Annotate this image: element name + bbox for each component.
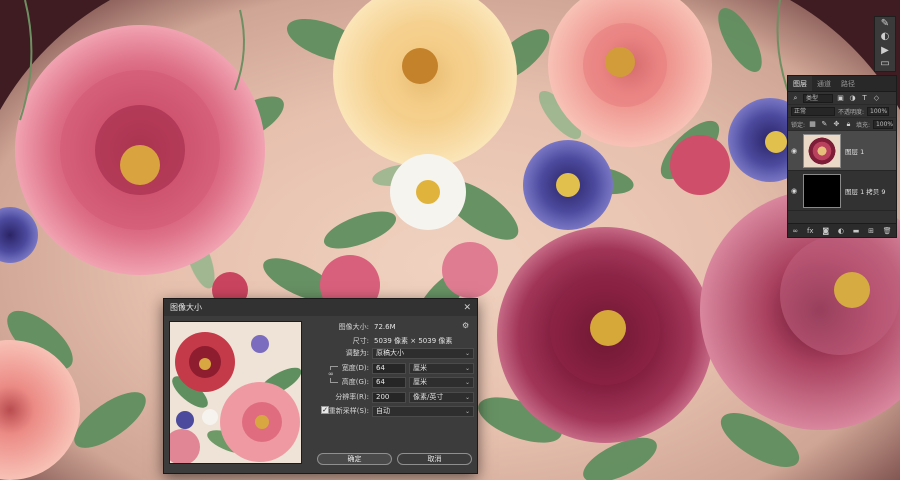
search-icon: ⌕ [793,93,798,102]
lock-all-icon[interactable]: 🔒︎ [844,120,853,129]
dimensions-label: 尺寸: [352,337,369,345]
dialog-title: 图像大小 [170,303,202,312]
visibility-eye-icon[interactable]: ◉ [791,187,799,195]
adjustment-filter-icon[interactable]: ◑ [848,94,857,102]
resample-select[interactable]: 自动 ⌄ [372,405,474,417]
fit-to-value: 原稿大小 [376,348,404,357]
height-input[interactable]: 64 [372,376,406,388]
chevron-down-icon: ⌄ [464,364,470,372]
comment-icon[interactable]: ▭ [878,58,892,70]
layer-name[interactable]: 图层 1 拷贝 9 [845,186,885,196]
image-size-value: 72.6M [374,323,396,331]
blend-mode-select[interactable]: 正常 [791,106,835,116]
type-filter-icon[interactable]: T [860,94,869,102]
layer-name[interactable]: 图层 1 [845,146,864,156]
link-layers-icon[interactable]: ∞ [792,227,798,235]
dimensions-value: 5039 像素 × 5039 像素 [374,337,453,345]
shape-filter-icon[interactable]: ◇ [872,94,881,102]
fit-to-row: 调整为: 原稿大小 ⌄ [164,347,479,359]
dialog-titlebar[interactable]: 图像大小 ✕ [164,299,477,316]
new-layer-icon[interactable]: ⊞ [868,227,874,235]
layer-thumbnail [803,173,841,208]
layer-row[interactable]: ◉ 图层 1 [788,131,896,171]
width-unit-value: 厘米 [413,363,427,372]
resolution-input[interactable]: 200 [372,391,406,403]
layer-row[interactable]: ◉ 图层 1 拷贝 9 [788,171,896,211]
dimensions-row: 尺寸: 5039 像素 × 5039 像素 [164,335,464,347]
width-input[interactable]: 64 [372,362,406,374]
opacity-input[interactable]: 100% [867,106,890,116]
visibility-eye-icon[interactable]: ◉ [791,147,799,155]
resample-label: 重新采样(S): [328,407,369,415]
image-size-dialog: 图像大小 ✕ ⚙ 图像大小: 72.6M 尺寸: 5039 像素 × 5039 … [163,298,478,474]
layers-panel-tabs: 图层 通道 路径 [788,76,896,92]
chevron-down-icon: ⌄ [464,349,470,357]
height-unit-value: 厘米 [413,377,427,386]
image-size-label: 图像大小: [338,323,369,331]
height-unit-select[interactable]: 厘米 ⌄ [409,376,474,388]
panel-tool-strip: ✎ ◐ ▶ ▭ [874,16,896,72]
lock-row: 锁定: ▦ ✎ ✥ 🔒︎ 填充: 100% [788,118,896,131]
resolution-row: 分辨率(R): 200 像素/英寸 ⌄ [164,391,479,403]
cancel-button[interactable]: 取消 [397,453,472,465]
width-row: 宽度(D): 64 厘米 ⌄ [164,362,479,374]
layers-panel-footer: ∞ fx ◙ ◐ ▬ ⊞ 🗑︎ [788,223,896,237]
layer-thumbnail [803,133,841,168]
adjust-icon[interactable]: ◐ [878,31,892,43]
height-row: 高度(G): 64 厘米 ⌄ [164,376,479,388]
lock-move-icon[interactable]: ✥ [832,120,841,128]
brush-settings-icon[interactable]: ✎ [878,18,892,30]
fit-to-label: 调整为: [345,349,369,357]
chevron-down-icon: ⌄ [464,393,470,401]
resample-value: 自动 [376,406,390,415]
lock-brush-icon[interactable]: ✎ [820,120,829,128]
lock-pixels-icon[interactable]: ▦ [808,120,817,128]
opacity-label: 不透明度: [838,108,865,116]
image-size-row: 图像大小: 72.6M [164,321,464,333]
lock-label: 锁定: [791,121,806,129]
pixel-filter-icon[interactable]: ▣ [836,94,845,102]
adjustment-layer-icon[interactable]: ◐ [838,227,844,235]
blend-row: 正常 不透明度: 100% [788,105,896,118]
fx-icon[interactable]: fx [807,227,814,235]
chevron-down-icon: ⌄ [464,378,470,386]
height-label: 高度(G): [341,378,369,386]
resample-row: 重新采样(S): 自动 ⌄ [164,405,479,417]
resolution-label: 分辨率(R): [335,393,369,401]
kind-filter-select[interactable]: 类型 [803,93,833,103]
fill-input[interactable]: 100% [872,119,893,129]
play-icon[interactable]: ▶ [878,45,892,57]
ok-button[interactable]: 确定 [317,453,392,465]
close-icon[interactable]: ✕ [463,303,471,313]
resolution-unit-select[interactable]: 像素/英寸 ⌄ [409,391,474,403]
tab-channels[interactable]: 通道 [812,76,836,91]
resolution-unit-value: 像素/英寸 [413,392,444,401]
width-label: 宽度(D): [341,364,369,372]
add-mask-icon[interactable]: ◙ [822,227,829,235]
fill-label: 填充: [855,121,870,129]
chevron-down-icon: ⌄ [464,407,470,415]
tab-paths[interactable]: 路径 [836,76,860,91]
fit-to-select[interactable]: 原稿大小 ⌄ [372,347,474,359]
trash-icon[interactable]: 🗑︎ [883,227,892,235]
new-group-icon[interactable]: ▬ [853,227,860,235]
tab-layers[interactable]: 图层 [788,76,812,91]
layers-panel: 图层 通道 路径 ⌕ 类型 ▣ ◑ T ◇ 正常 不透明度: 100% 锁定: … [787,75,897,238]
width-unit-select[interactable]: 厘米 ⌄ [409,362,474,374]
layer-filter-row: ⌕ 类型 ▣ ◑ T ◇ [788,92,896,105]
